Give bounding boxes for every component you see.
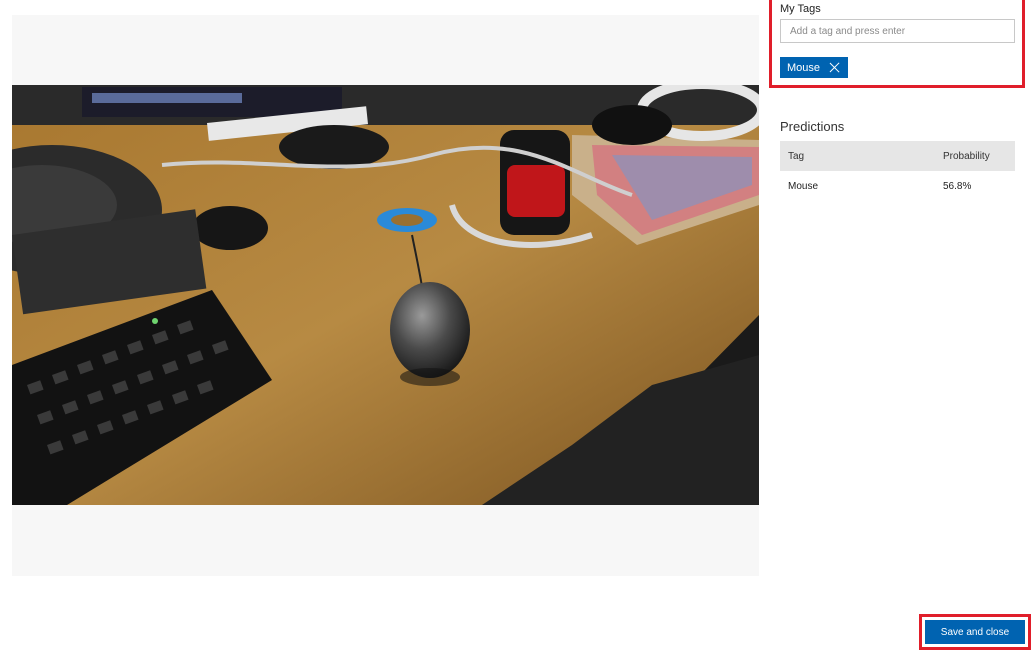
training-image [12, 85, 759, 505]
save-and-close-button[interactable]: Save and close [925, 620, 1025, 644]
column-header-probability: Probability [943, 141, 1015, 171]
my-tags-heading: My Tags [780, 3, 821, 15]
predictions-header-row: Tag Probability [780, 141, 1015, 171]
predictions-table: Tag Probability Mouse 56.8% [780, 141, 1015, 202]
tag-chip-label: Mouse [787, 61, 821, 74]
prediction-tag: Mouse [788, 181, 819, 192]
table-row: Mouse 56.8% [780, 171, 1015, 202]
add-tag-input[interactable] [780, 19, 1015, 43]
image-preview-frame [12, 15, 759, 576]
prediction-probability: 56.8% [943, 181, 972, 192]
tag-chip-mouse: Mouse [780, 57, 848, 78]
column-header-tag: Tag [780, 141, 943, 171]
predictions-heading: Predictions [780, 119, 845, 134]
remove-tag-icon[interactable] [829, 62, 840, 73]
